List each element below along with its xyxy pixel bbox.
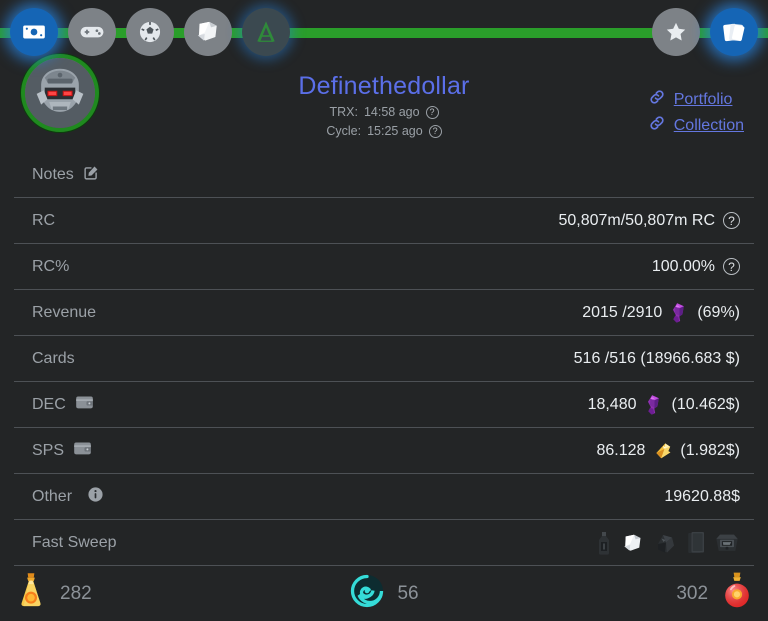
star-icon [663, 19, 689, 45]
row-label-text: RC [32, 211, 56, 229]
help-circle-icon[interactable]: ? [723, 212, 740, 229]
nav-item-favorites[interactable] [652, 8, 700, 56]
white-scroll-icon[interactable] [622, 530, 646, 556]
bottom-item-teal-vortex[interactable]: 56 [261, 573, 508, 614]
gold-potion-count: 282 [60, 582, 92, 604]
rc-value-text: 50,807m/50,807m RC [558, 211, 715, 229]
row-label-text: Other [32, 487, 73, 505]
gold-potion-icon [14, 571, 48, 616]
row-value: 2015 /2910 (69%) [582, 302, 740, 323]
row-label: Cards [32, 350, 75, 368]
dark-card-icon[interactable] [686, 530, 706, 556]
fast-sweep-icon-group [594, 530, 740, 556]
row-label-text: Notes [32, 165, 74, 183]
row-value: 50,807m/50,807m RC ? [558, 212, 740, 230]
row-value: 516 /516 (18966.683 $) [573, 349, 740, 367]
sps-usd-text: (1.982$) [680, 441, 740, 459]
arcane-a-icon [251, 17, 281, 47]
wallet-icon[interactable] [73, 440, 92, 461]
external-links: Portfolio Collection [648, 88, 744, 137]
portfolio-link[interactable]: Portfolio [648, 88, 744, 111]
nav-icons-left-group [10, 8, 290, 56]
row-label: RC% [32, 258, 69, 276]
table-row-dec[interactable]: DEC 18,480 (10.462$) [14, 382, 754, 428]
row-label: RC [32, 212, 55, 230]
row-value: 18,480 (10.462$) [588, 394, 740, 415]
bottom-item-red-potion[interactable]: 302 [507, 571, 754, 616]
dark-crystal-icon[interactable] [654, 531, 678, 555]
row-label: Fast Sweep [32, 534, 116, 552]
table-row-other[interactable]: Other 19620.88$ [14, 474, 754, 520]
money-icon [21, 19, 47, 45]
teal-vortex-count: 56 [397, 582, 419, 604]
sps-value-text: 86.128 [596, 441, 646, 459]
dec-crystal-icon [670, 302, 689, 323]
trx-value: 14:58 ago [363, 105, 420, 119]
rc-percent-value-text: 100.00% [651, 257, 715, 275]
table-row-rc-percent[interactable]: RC% 100.00% ? [14, 244, 754, 290]
dec-usd-text: (10.462$) [671, 395, 741, 413]
dark-chest-icon[interactable] [714, 531, 740, 555]
row-label: Other [32, 486, 104, 508]
table-row-cards[interactable]: Cards 516 /516 (18966.683 $) [14, 336, 754, 382]
red-potion-count: 302 [676, 582, 709, 604]
row-label-text: Fast Sweep [32, 534, 117, 551]
nav-item-cards[interactable] [710, 8, 758, 56]
sps-shard-icon [653, 440, 672, 461]
nav-item-arcane[interactable] [242, 8, 290, 56]
table-row-fast-sweep[interactable]: Fast Sweep [14, 520, 754, 566]
stats-table: Notes RC 50,807m/50,807m RC ? RC% 100.00… [14, 152, 754, 566]
teal-vortex-icon [349, 573, 385, 614]
bottom-item-gold-potion[interactable]: 282 [14, 571, 261, 616]
row-label: SPS [32, 440, 92, 461]
red-potion-icon [720, 571, 754, 616]
cycle-label: Cycle: [326, 124, 362, 138]
collection-link-label: Collection [673, 116, 744, 134]
row-label: Notes [32, 164, 100, 186]
dark-bottle-icon[interactable] [594, 530, 614, 556]
trx-help-icon[interactable]: ? [425, 105, 439, 119]
row-label-text: Cards [32, 349, 75, 367]
table-row-rc[interactable]: RC 50,807m/50,807m RC ? [14, 198, 754, 244]
row-label: Revenue [32, 304, 96, 322]
row-label-text: SPS [32, 441, 65, 459]
row-value: 86.128 (1.982$) [596, 440, 740, 461]
resource-bottom-bar: 282 56 302 [14, 565, 754, 621]
link-icon [648, 114, 666, 137]
row-label-text: RC% [32, 257, 70, 275]
row-value: 100.00% ? [652, 258, 740, 276]
nav-item-guild[interactable] [126, 8, 174, 56]
cycle-help-icon[interactable]: ? [428, 124, 442, 138]
profile-header: Definethedollar TRX: 14:58 ago ? Cycle: … [0, 54, 768, 158]
row-label-text: Revenue [32, 303, 97, 321]
revenue-percent-text: (69%) [697, 303, 740, 321]
info-circle-icon[interactable] [87, 486, 104, 508]
row-value: 19620.88$ [664, 487, 740, 505]
dec-crystal-icon [645, 394, 664, 415]
wallet-icon[interactable] [75, 394, 94, 415]
table-row-sps[interactable]: SPS 86.128 (1.982$) [14, 428, 754, 474]
trx-label: TRX: [329, 105, 358, 119]
collection-link[interactable]: Collection [648, 114, 744, 137]
row-label: DEC [32, 394, 94, 415]
gamepad-icon [78, 18, 106, 46]
nav-item-battle[interactable] [68, 8, 116, 56]
table-row-notes[interactable]: Notes [14, 152, 754, 198]
cycle-value: 15:25 ago [367, 124, 423, 138]
soccer-ball-icon [137, 19, 163, 45]
portfolio-link-label: Portfolio [673, 90, 733, 108]
nav-item-quests[interactable] [184, 8, 232, 56]
nav-item-money[interactable] [10, 8, 58, 56]
dec-value-text: 18,480 [587, 395, 637, 413]
top-navigation-bar [0, 0, 768, 66]
edit-pencil-icon[interactable] [83, 164, 100, 186]
table-row-revenue[interactable]: Revenue 2015 /2910 (69%) [14, 290, 754, 336]
revenue-value-text: 2015 /2910 [582, 303, 663, 321]
nav-icons-right-group [652, 8, 758, 56]
row-label-text: DEC [32, 395, 66, 413]
help-circle-icon[interactable]: ? [723, 258, 740, 275]
scroll-icon [193, 17, 223, 47]
link-icon [648, 88, 666, 111]
cards-icon [720, 18, 748, 46]
